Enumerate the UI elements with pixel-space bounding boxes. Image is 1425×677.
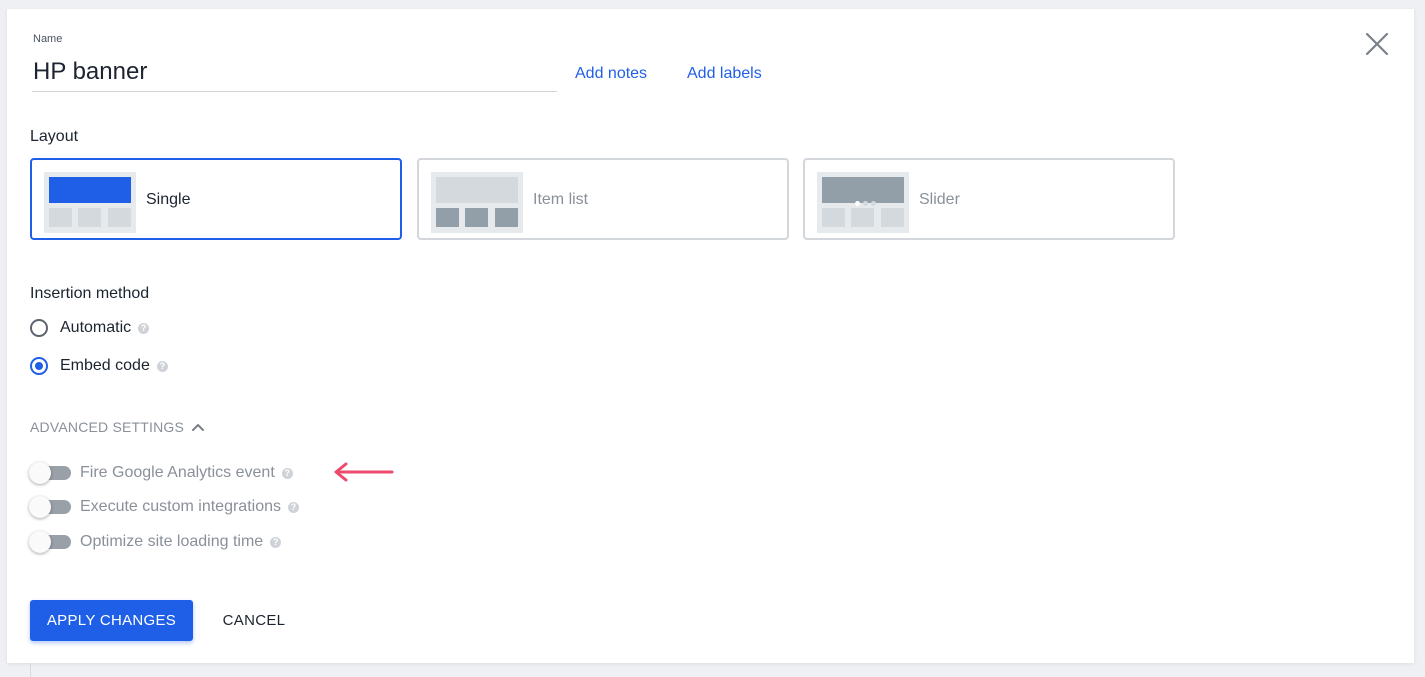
chevron-up-icon	[192, 424, 205, 431]
item-list-layout-thumbnail-icon	[431, 172, 523, 233]
add-notes-link[interactable]: Add notes	[575, 65, 647, 83]
pointer-arrow-icon	[334, 462, 394, 482]
toggle-label: Execute custom integrations	[80, 498, 281, 515]
close-icon	[1365, 32, 1389, 56]
close-button[interactable]	[1363, 30, 1391, 58]
layout-option-slider[interactable]: Slider	[803, 158, 1175, 240]
toggle-switch[interactable]	[29, 530, 71, 554]
help-icon[interactable]: ?	[281, 467, 293, 479]
name-input[interactable]	[32, 53, 557, 92]
radio-label: Embed code	[60, 357, 150, 374]
toggle-label: Optimize site loading time	[80, 533, 264, 550]
help-icon[interactable]: ?	[270, 536, 282, 548]
advanced-settings-label: ADVANCED SETTINGS	[30, 419, 185, 435]
help-icon[interactable]: ?	[156, 360, 168, 372]
toggle-row-optimize-loading[interactable]: Optimize site loading time ?	[29, 530, 282, 554]
radio-label: Automatic	[60, 319, 132, 336]
layout-option-single[interactable]: Single	[30, 158, 402, 240]
name-field-label: Name	[33, 33, 63, 45]
insertion-option-embed-code[interactable]: Embed code ?	[30, 355, 168, 377]
radio-button-checked[interactable]	[30, 357, 48, 375]
help-icon[interactable]: ?	[288, 501, 299, 513]
layout-option-label: Single	[146, 191, 191, 208]
slider-layout-thumbnail-icon	[817, 172, 909, 233]
layout-option-label: Item list	[533, 191, 589, 208]
toggle-label: Fire Google Analytics event	[80, 464, 275, 481]
layout-section-title: Layout	[30, 128, 79, 145]
single-layout-thumbnail-icon	[44, 172, 136, 233]
apply-changes-button[interactable]: APPLY CHANGES	[30, 600, 193, 641]
insertion-method-title: Insertion method	[30, 285, 150, 302]
layout-option-item-list[interactable]: Item list	[417, 158, 789, 240]
insertion-option-automatic[interactable]: Automatic ?	[30, 317, 150, 339]
add-labels-link[interactable]: Add labels	[687, 65, 762, 83]
layout-settings-panel: Name Add notes Add labels Layout Single …	[7, 9, 1414, 663]
layout-option-label: Slider	[919, 191, 960, 208]
advanced-settings-toggle[interactable]: ADVANCED SETTINGS	[30, 419, 205, 435]
toggle-switch[interactable]	[29, 461, 71, 485]
toggle-row-google-analytics[interactable]: Fire Google Analytics event ?	[29, 461, 293, 485]
radio-button[interactable]	[30, 319, 48, 337]
cancel-button[interactable]: CANCEL	[207, 600, 301, 641]
toggle-row-custom-integrations[interactable]: Execute custom integrations ?	[29, 495, 299, 519]
toggle-switch[interactable]	[29, 495, 71, 519]
divider	[30, 663, 31, 677]
help-icon[interactable]: ?	[138, 322, 150, 334]
